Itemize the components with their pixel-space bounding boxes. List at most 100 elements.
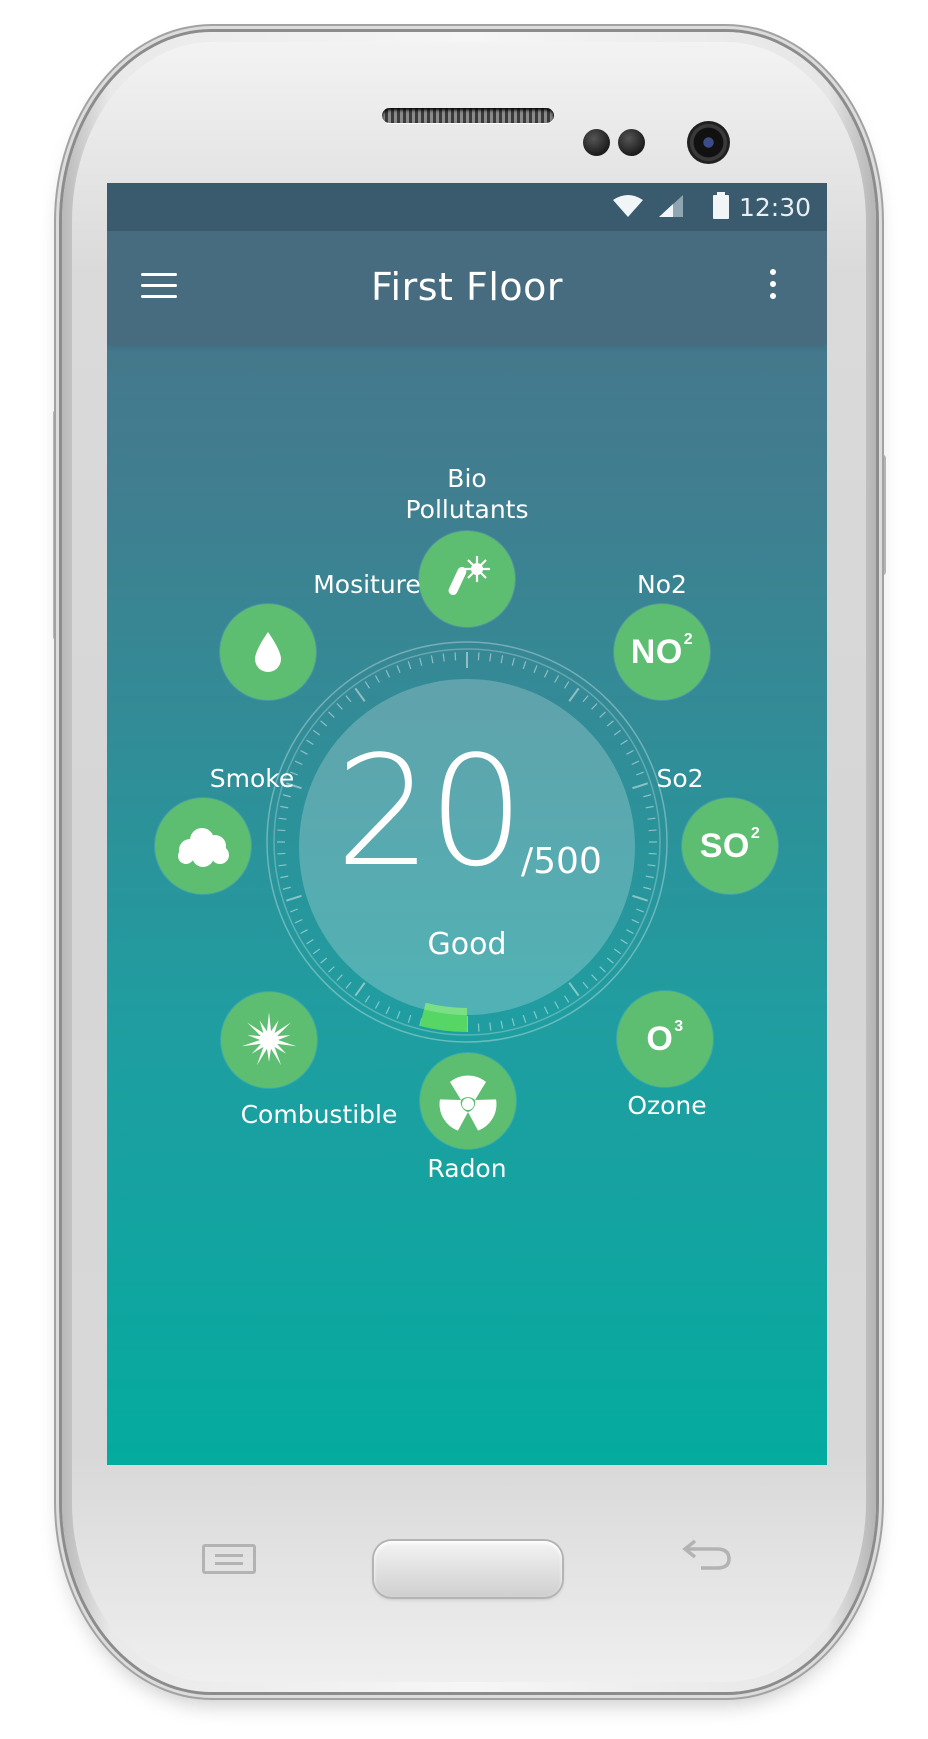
gauge-tick: [442, 653, 445, 662]
gauge-tick: [489, 1022, 492, 1031]
gauge-tick: [643, 794, 652, 798]
gauge-tick: [328, 711, 335, 718]
power-button[interactable]: [878, 455, 886, 575]
gauge-tick: [645, 875, 654, 879]
gauge-tick: [582, 981, 589, 989]
gauge-tick: [374, 1001, 380, 1009]
gauge-tick: [374, 675, 380, 683]
gauge-tick: [582, 695, 589, 703]
gauge-tick: [647, 817, 656, 820]
gauge-tick: [613, 729, 622, 736]
gauge-tick: [606, 720, 614, 727]
gauge-tick: [364, 995, 370, 1003]
gauge-tick: [522, 661, 527, 670]
gauge-tick: [345, 981, 352, 989]
combustible-button[interactable]: [221, 992, 317, 1088]
moisture-label: Mositure: [313, 570, 421, 599]
page-title: First Floor: [370, 265, 564, 309]
gauge-tick: [533, 665, 538, 674]
gauge-tick: [419, 657, 423, 666]
ozone-button[interactable]: O3: [617, 991, 713, 1087]
ozone-label: Ozone: [627, 1091, 707, 1120]
gauge-tick: [454, 652, 457, 661]
gauge-tick: [500, 1020, 504, 1029]
gauge-tick: [533, 1010, 538, 1019]
front-camera: [687, 121, 730, 164]
gauge-tick: [599, 966, 606, 973]
gauge-tick: [648, 852, 657, 855]
gauge-tick: [543, 1006, 549, 1015]
gauge-tick: [620, 739, 628, 745]
gauge-tick: [328, 966, 335, 973]
gauge-tick: [568, 687, 580, 702]
back-key-icon[interactable]: [681, 1537, 733, 1578]
radon-icon: [439, 1075, 497, 1131]
moisture-button[interactable]: [220, 604, 316, 700]
light-sensor: [618, 129, 645, 156]
volume-button[interactable]: [53, 410, 61, 640]
gauge-tick: [591, 974, 598, 981]
gauge-tick: [522, 1014, 527, 1023]
gauge-tick: [396, 1010, 401, 1019]
bio-pollutants-label: Bio Pollutants: [405, 464, 529, 524]
wifi-icon: [612, 194, 644, 222]
gauge-tick: [312, 729, 321, 736]
gauge-tick: [364, 681, 370, 689]
gauge-tick: [277, 829, 286, 832]
proximity-sensor: [583, 129, 610, 156]
so2-label: So2: [656, 764, 704, 793]
gauge-tick: [635, 908, 644, 913]
gauge-tick: [278, 864, 287, 867]
gauge-tick: [632, 894, 649, 902]
gauge-tick: [320, 720, 328, 727]
status-bar: 12:30: [107, 183, 827, 231]
score-status: Good: [427, 927, 507, 962]
gauge-tick: [554, 675, 560, 683]
gauge-tick: [306, 739, 314, 745]
menu-key-icon[interactable]: [202, 1544, 256, 1574]
phone-screen: 12:30 First Floor 20 /500 Good Bio Pollu…: [107, 183, 827, 1465]
gauge-tick: [277, 852, 286, 855]
gauge-tick: [345, 695, 352, 703]
home-button[interactable]: [374, 1541, 562, 1597]
gauge-tick: [543, 669, 549, 678]
so2-button[interactable]: SO2: [682, 798, 778, 894]
battery-icon: [712, 192, 730, 224]
gauge-tick: [564, 681, 570, 689]
gauge-tick: [385, 669, 391, 678]
no2-button[interactable]: NO2: [614, 604, 710, 700]
gauge-tick: [336, 703, 343, 710]
gauge-tick: [407, 1014, 412, 1023]
no2-icon: NO2: [630, 631, 694, 671]
gauge-tick: [354, 982, 366, 997]
gauge-tick: [626, 749, 634, 755]
gauge-tick: [643, 886, 652, 890]
gauge-tick: [430, 655, 434, 664]
gauge-tick: [647, 864, 656, 867]
gauge-tick: [500, 655, 504, 664]
gauge-tick: [489, 653, 492, 662]
gauge-tick: [407, 661, 412, 670]
no2-label: No2: [637, 570, 687, 599]
overflow-menu-icon[interactable]: [763, 269, 783, 309]
gauge-tick: [280, 805, 289, 809]
gauge-tick: [278, 817, 287, 820]
smoke-button[interactable]: [155, 798, 251, 894]
gauge-tick: [385, 1006, 391, 1015]
app-bar: First Floor: [107, 231, 827, 345]
gauge-tick: [554, 1001, 560, 1009]
gauge-tick: [599, 711, 606, 718]
gauge-tick: [354, 687, 366, 702]
gauge-tick: [631, 918, 640, 924]
gauge-tick: [290, 908, 299, 913]
gauge-tick: [591, 703, 598, 710]
gauge-tick: [396, 665, 401, 674]
gauge-tick: [645, 805, 654, 809]
combustible-icon: [241, 1012, 297, 1066]
gauge-tick: [282, 794, 291, 798]
radon-button[interactable]: [420, 1053, 516, 1149]
ozone-icon: O3: [646, 1018, 684, 1058]
so2-icon: SO2: [699, 825, 761, 865]
signal-icon: [657, 194, 685, 222]
gauge-tick: [564, 995, 570, 1003]
